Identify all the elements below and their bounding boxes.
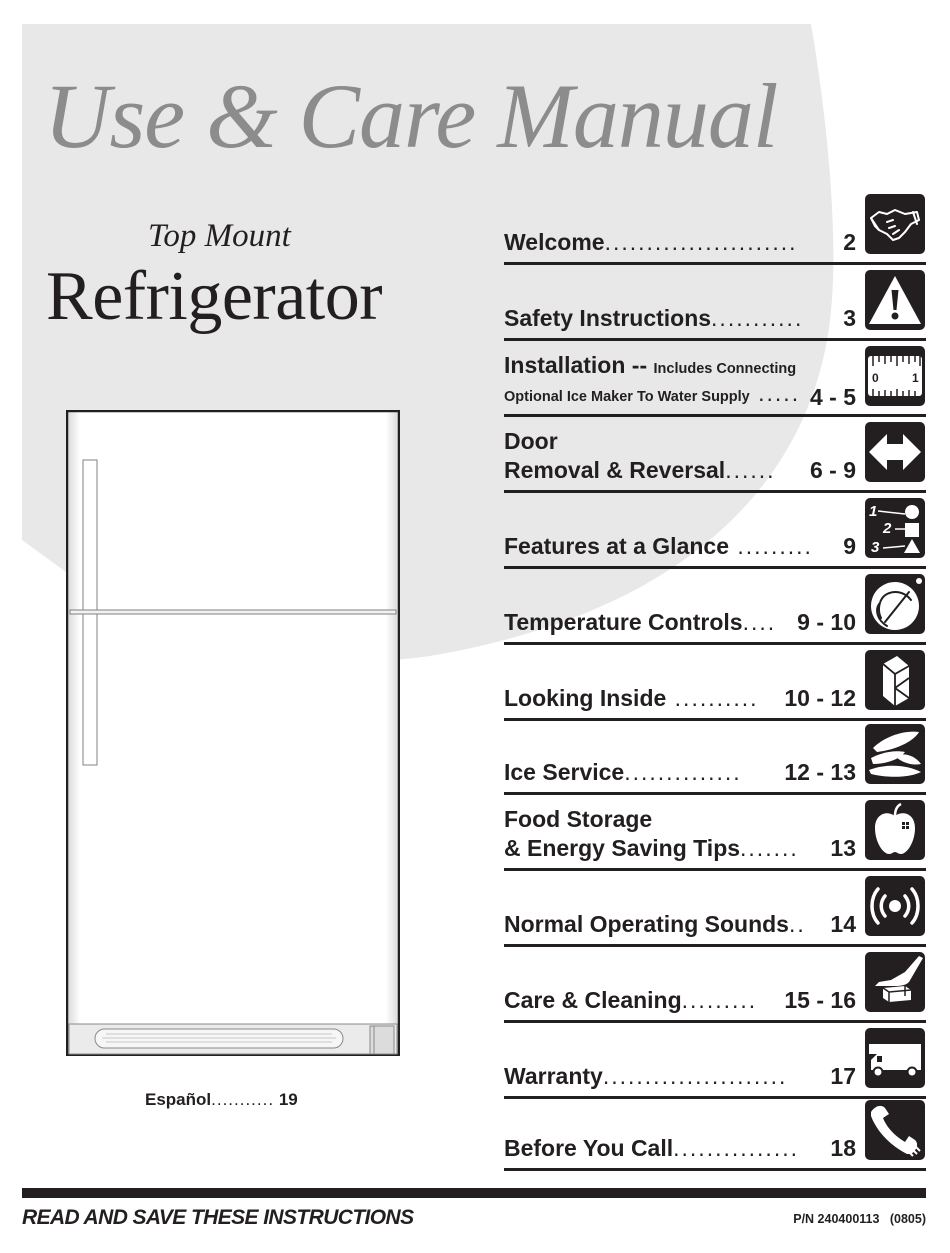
toc-item-safety-instructions[interactable]: Safety Instructions........... 3 — [504, 265, 926, 341]
toc-title: Features at a Glance — [504, 533, 729, 559]
leader-dots: ..... — [749, 380, 801, 406]
product-subtitle: Top Mount — [148, 218, 291, 254]
leader-dots: .............. — [624, 759, 742, 785]
leader-dots: ...................... — [602, 1063, 788, 1089]
svg-text:1: 1 — [869, 503, 877, 520]
toc-item-looking-inside[interactable]: Looking Inside .......... 10 - 12 — [504, 645, 926, 721]
toc-item-door-removal[interactable]: Door Removal & Reversal...... 6 - 9 — [504, 417, 926, 493]
toc-page: 4 - 5 — [809, 384, 856, 410]
toc-title: Installation -- — [504, 352, 654, 378]
dial-hand-icon — [865, 574, 925, 634]
footer-divider — [22, 1188, 926, 1198]
espanol-page: 19 — [278, 1090, 298, 1109]
toc-item-food-storage[interactable]: Food Storage & Energy Saving Tips.......… — [504, 795, 926, 871]
leader-dots: .... — [742, 609, 777, 635]
toc-title: Food Storage — [504, 806, 653, 832]
espanol-link[interactable]: Español........... 19 — [145, 1090, 298, 1110]
numbered-shapes-icon: 123 — [865, 498, 925, 558]
toc-item-welcome[interactable]: Welcome....................... 2 — [504, 190, 926, 265]
toc-item-care-cleaning[interactable]: Care & Cleaning......... 15 - 16 — [504, 947, 926, 1023]
toc-page: 15 - 16 — [784, 987, 856, 1013]
phone-icon — [865, 1100, 925, 1160]
toc-item-normal-operating-sounds[interactable]: Normal Operating Sounds.. 14 — [504, 871, 926, 947]
svg-text:1: 1 — [912, 371, 919, 385]
toc-item-temperature-controls[interactable]: Temperature Controls.... 9 - 10 — [504, 569, 926, 645]
toc-title: Warranty — [504, 1063, 603, 1089]
toc-item-before-you-call[interactable]: Before You Call............... 18 — [504, 1098, 926, 1171]
warning-icon — [865, 270, 925, 330]
toc-subtitle: & Energy Saving Tips — [504, 835, 741, 861]
toc-page: 3 — [843, 305, 856, 331]
toc-page: 9 - 10 — [797, 609, 856, 635]
toc-note: Includes Connecting — [653, 361, 797, 377]
toc-title: Care & Cleaning — [504, 987, 682, 1013]
shelving-icon — [865, 650, 925, 710]
toc-page: 10 - 12 — [784, 685, 856, 711]
leader-dots: .. — [788, 911, 806, 937]
toc-title: Temperature Controls — [504, 609, 743, 635]
product-title: Refrigerator — [46, 258, 383, 335]
leader-dots: .......... — [666, 685, 759, 711]
double-arrow-icon — [865, 422, 925, 482]
toc-title: Normal Operating Sounds — [504, 911, 789, 937]
part-number: P/N 240400113 (0805) — [793, 1212, 926, 1226]
toc-subtitle: Optional Ice Maker To Water Supply — [504, 389, 750, 405]
leader-dots: ........... — [711, 305, 804, 331]
toc-page: 17 — [830, 1063, 856, 1089]
toc-page: 2 — [843, 229, 856, 255]
leader-dots: ............... — [673, 1135, 799, 1161]
leader-dots: ......... — [729, 533, 813, 559]
refrigerator-illustration — [66, 410, 400, 1056]
toc-item-warranty[interactable]: Warranty...................... 17 — [504, 1023, 926, 1099]
toc-item-features[interactable]: Features at a Glance ......... 9 123 — [504, 493, 926, 569]
cleaning-hand-icon — [865, 952, 925, 1012]
door-divider — [69, 609, 397, 615]
ice-cubes-icon — [865, 724, 925, 784]
handshake-icon — [865, 194, 925, 254]
leader-dots: ....................... — [604, 229, 798, 255]
espanol-label: Español — [145, 1090, 212, 1109]
toc-page: 18 — [830, 1135, 856, 1161]
svg-text:3: 3 — [871, 539, 880, 556]
svg-text:0: 0 — [872, 371, 879, 385]
toc-item-installation[interactable]: Installation -- Includes Connecting Opti… — [504, 341, 926, 417]
toc-title: Welcome — [504, 229, 605, 255]
toc-subtitle: Removal & Reversal — [504, 457, 726, 483]
apple-icon — [865, 800, 925, 860]
toc-page: 6 - 9 — [809, 457, 856, 483]
toc-page: 9 — [843, 533, 856, 559]
toc-title: Door — [504, 428, 558, 454]
toc-title: Safety Instructions — [504, 305, 712, 331]
toc-title: Before You Call — [504, 1135, 674, 1161]
toc-title: Looking Inside — [504, 685, 667, 711]
leader-dots: ......... — [681, 987, 758, 1013]
toc-item-ice-service[interactable]: Ice Service.............. 12 - 13 — [504, 721, 926, 795]
toc-title: Ice Service — [504, 759, 625, 785]
toc-page: 14 — [830, 911, 856, 937]
sound-waves-icon — [865, 876, 925, 936]
fridge-body — [66, 410, 400, 1056]
svg-text:2: 2 — [882, 520, 892, 537]
read-save-instructions: READ AND SAVE THESE INSTRUCTIONS — [22, 1206, 414, 1229]
leader-dots: ...... — [725, 457, 776, 483]
leader-dots: ........... — [211, 1090, 275, 1109]
ruler-icon: 0 1 — [865, 346, 925, 406]
service-truck-icon — [865, 1028, 925, 1088]
toc-page: 12 - 13 — [784, 759, 856, 785]
toc-page: 13 — [830, 835, 856, 861]
leader-dots: ....... — [740, 835, 799, 861]
manual-title: Use & Care Manual — [44, 65, 778, 167]
